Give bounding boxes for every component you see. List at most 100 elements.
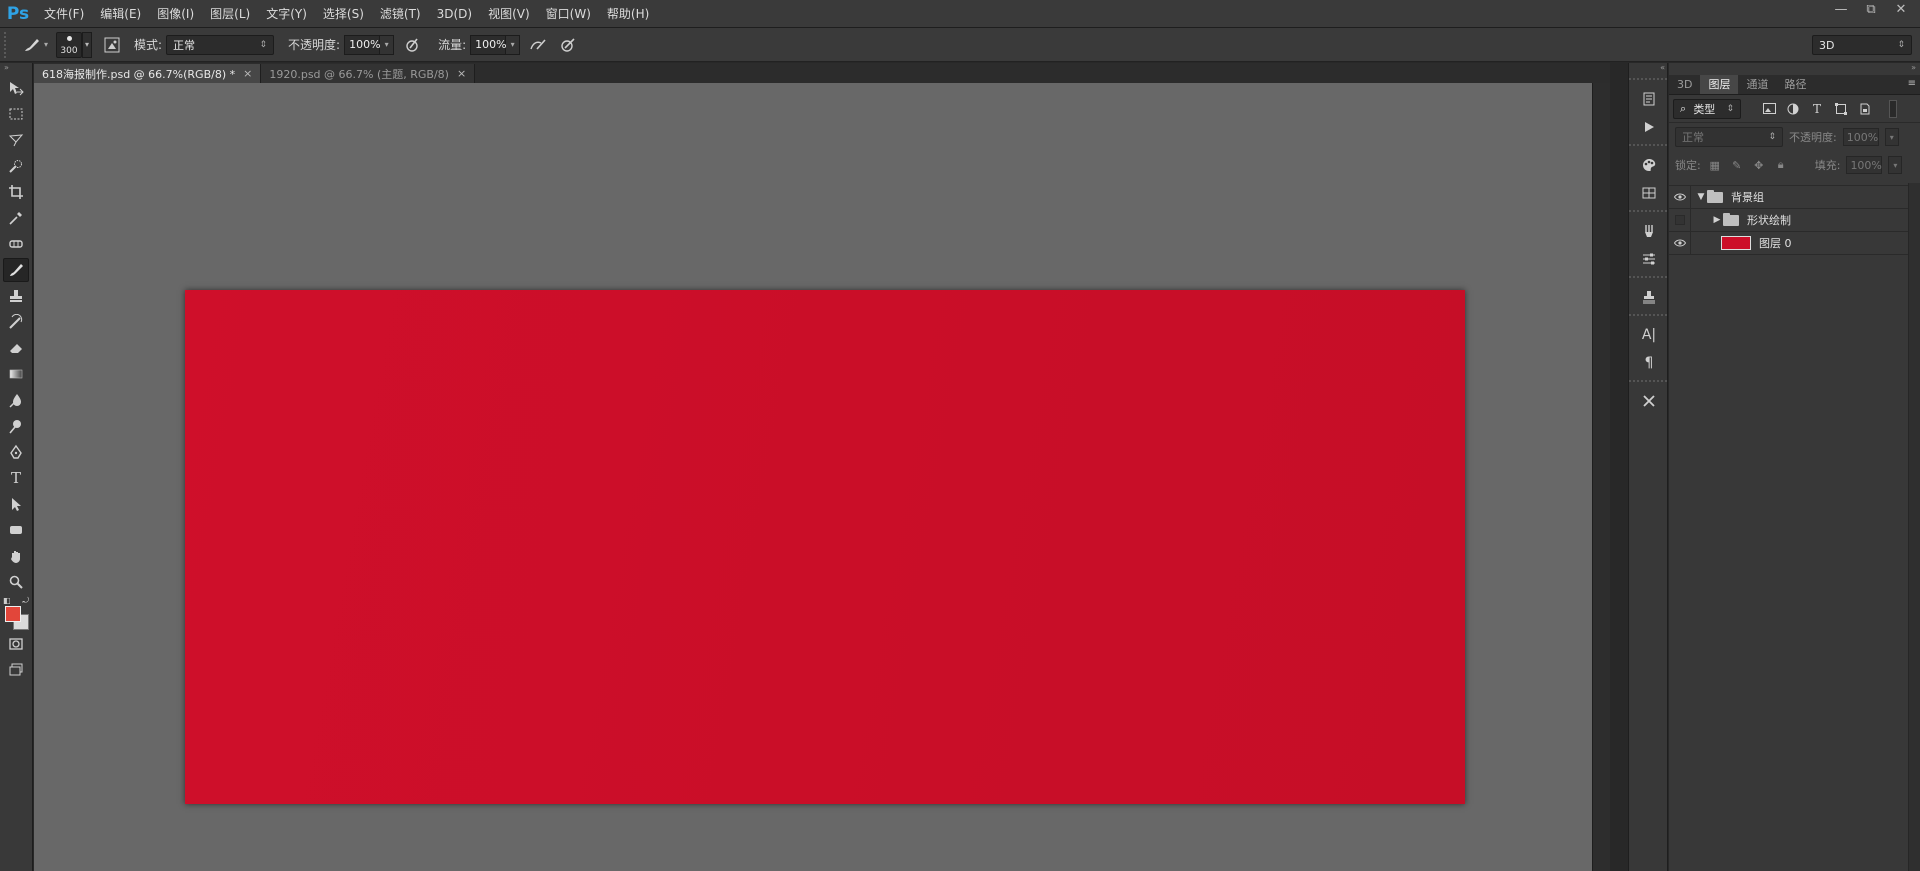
visibility-eye-icon[interactable] (1669, 186, 1691, 208)
stamp-tool-icon[interactable] (3, 284, 29, 308)
menu-view[interactable]: 视图(V) (480, 0, 538, 28)
fill-field[interactable]: 100% (1846, 156, 1883, 174)
blend-mode-select[interactable]: 正常 ⇕ (1675, 127, 1783, 147)
pressure-opacity-icon[interactable] (400, 33, 424, 57)
menu-layer[interactable]: 图层(L) (202, 0, 258, 28)
document-tab-active[interactable]: 618海报制作.psd @ 66.7%(RGB/8) * × (34, 64, 262, 83)
brush-panel-toggle-icon[interactable] (100, 33, 124, 57)
paragraph-icon[interactable]: ¶ (1629, 349, 1669, 377)
properties-icon[interactable] (1629, 245, 1669, 273)
marquee-tool-icon[interactable] (3, 102, 29, 126)
actions-icon[interactable] (1629, 113, 1669, 141)
minimize-button[interactable]: — (1830, 0, 1852, 20)
healing-tool-icon[interactable] (3, 232, 29, 256)
quick-mask-icon[interactable] (3, 632, 29, 656)
menu-3d[interactable]: 3D(D) (429, 0, 480, 28)
menu-file[interactable]: 文件(F) (36, 0, 92, 28)
brush-tool-icon[interactable] (3, 258, 29, 282)
filter-toggle-switch[interactable] (1889, 99, 1897, 118)
opacity-field[interactable]: 100% (344, 34, 381, 55)
layers-scrollbar[interactable] (1908, 183, 1920, 871)
menu-type[interactable]: 文字(Y) (258, 0, 315, 28)
canvas-workspace[interactable] (34, 83, 1610, 871)
history-icon[interactable] (1629, 85, 1669, 113)
tab-channels[interactable]: 通道 (1738, 75, 1776, 94)
filter-type-icon[interactable]: T (1807, 99, 1827, 119)
flow-dropdown-icon[interactable]: ▾ (506, 34, 521, 55)
filter-adjustment-icon[interactable] (1783, 99, 1803, 119)
document-canvas[interactable] (185, 290, 1465, 804)
path-select-tool-icon[interactable] (3, 492, 29, 516)
filter-pixel-icon[interactable] (1759, 99, 1779, 119)
dock-collapse-icon[interactable]: « (1629, 63, 1667, 75)
layer-row-group-background[interactable]: ▼ 背景组 (1669, 186, 1920, 209)
layer-opacity-dropdown-icon[interactable]: ▾ (1884, 128, 1899, 146)
menu-window[interactable]: 窗口(W) (538, 0, 599, 28)
brushes-icon[interactable] (1629, 217, 1669, 245)
layer-opacity-field[interactable]: 100% (1842, 128, 1879, 146)
toolbox-collapse-icon[interactable]: » (0, 63, 32, 75)
screen-mode-icon[interactable] (3, 658, 29, 682)
crop-tool-icon[interactable] (3, 180, 29, 204)
menu-filter[interactable]: 滤镜(T) (372, 0, 429, 28)
menu-select[interactable]: 选择(S) (315, 0, 372, 28)
panel-collapse-icon[interactable]: » (1669, 63, 1920, 75)
options-bar-grip[interactable] (4, 31, 14, 58)
flow-field[interactable]: 100% (470, 34, 507, 55)
fill-dropdown-icon[interactable]: ▾ (1888, 156, 1903, 174)
eraser-tool-icon[interactable] (3, 336, 29, 360)
layer-row-group-shapes[interactable]: ▶ 形状绘制 (1669, 209, 1920, 232)
type-tool-icon[interactable]: T (3, 466, 29, 490)
expand-right-icon[interactable]: ▶ (1711, 215, 1723, 225)
workspace-select[interactable]: 3D ⇕ (1812, 35, 1912, 55)
lock-position-icon[interactable]: ✥ (1751, 157, 1767, 173)
close-tab-icon[interactable]: × (457, 67, 466, 80)
document-tab-inactive[interactable]: 1920.psd @ 66.7% (主题, RGB/8) × (261, 64, 476, 83)
clone-source-icon[interactable] (1629, 283, 1669, 311)
quick-select-tool-icon[interactable] (3, 154, 29, 178)
close-button[interactable]: ✕ (1890, 0, 1912, 20)
adjustments-icon[interactable] (1629, 179, 1669, 207)
tool-preset-picker[interactable]: ▾ (14, 36, 56, 54)
canvas-vertical-scrollbar[interactable] (1592, 83, 1610, 871)
filter-kind-select[interactable]: ⌕ 类型 ⇕ (1673, 98, 1741, 119)
pressure-size-icon[interactable] (556, 33, 580, 57)
brush-size-dropdown-icon[interactable]: ▾ (82, 31, 92, 58)
restore-button[interactable]: ⧉ (1860, 0, 1882, 20)
character-icon[interactable]: A| (1629, 321, 1669, 349)
swatches-icon[interactable] (1629, 151, 1669, 179)
dodge-tool-icon[interactable] (3, 414, 29, 438)
close-tab-icon[interactable]: × (243, 67, 252, 80)
menu-edit[interactable]: 编辑(E) (92, 0, 149, 28)
mode-select[interactable]: 正常 ⇕ (166, 34, 275, 55)
move-tool-icon[interactable] (3, 76, 29, 100)
airbrush-icon[interactable] (526, 33, 550, 57)
lock-pixels-icon[interactable]: ✎ (1729, 157, 1745, 173)
history-brush-tool-icon[interactable] (3, 310, 29, 334)
tab-3d[interactable]: 3D (1669, 75, 1700, 94)
layer-row-layer0[interactable]: 图层 0 (1669, 232, 1920, 255)
eyedropper-tool-icon[interactable] (3, 206, 29, 230)
shape-tool-icon[interactable] (3, 518, 29, 542)
zoom-tool-icon[interactable] (3, 570, 29, 594)
hand-tool-icon[interactable] (3, 544, 29, 568)
visibility-toggle-off[interactable] (1669, 209, 1691, 231)
swap-colors-icon[interactable]: ⤾ (22, 596, 29, 605)
lasso-tool-icon[interactable] (3, 128, 29, 152)
foreground-color-swatch[interactable] (5, 606, 21, 622)
expand-down-icon[interactable]: ▼ (1695, 192, 1707, 202)
tab-layers[interactable]: 图层 (1700, 75, 1739, 94)
panel-menu-icon[interactable]: ≡ (1908, 78, 1916, 89)
visibility-eye-icon[interactable] (1669, 232, 1691, 254)
opacity-dropdown-icon[interactable]: ▾ (380, 34, 395, 55)
menu-image[interactable]: 图像(I) (149, 0, 202, 28)
filter-smart-object-icon[interactable] (1855, 99, 1875, 119)
blur-tool-icon[interactable] (3, 388, 29, 412)
gradient-tool-icon[interactable] (3, 362, 29, 386)
menu-help[interactable]: 帮助(H) (599, 0, 657, 28)
tool-presets-icon[interactable] (1629, 387, 1669, 415)
pen-tool-icon[interactable] (3, 440, 29, 464)
filter-shape-icon[interactable] (1831, 99, 1851, 119)
lock-transparency-icon[interactable]: ▦ (1707, 157, 1723, 173)
tab-paths[interactable]: 路径 (1776, 75, 1814, 94)
